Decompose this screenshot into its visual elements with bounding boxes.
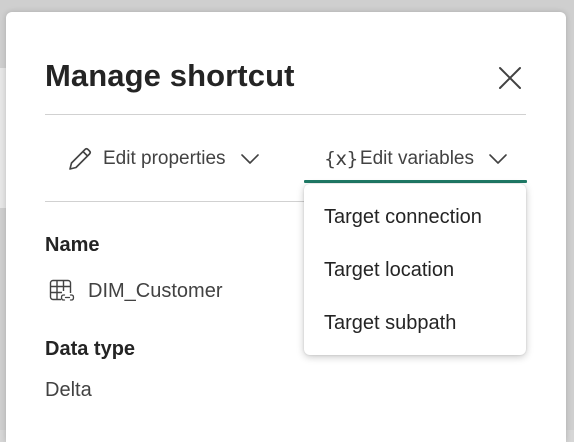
edit-properties-button[interactable]: Edit properties	[66, 142, 260, 176]
pencil-icon	[69, 147, 92, 170]
active-tab-indicator	[304, 180, 527, 183]
menu-item-target-subpath[interactable]: Target subpath	[304, 297, 526, 350]
data-type-value: Delta	[45, 379, 92, 401]
table-shortcut-icon	[49, 279, 75, 302]
menu-item-target-connection[interactable]: Target connection	[304, 191, 526, 244]
chevron-down-icon	[240, 153, 260, 165]
menu-item-target-location[interactable]: Target location	[304, 244, 526, 297]
close-icon	[499, 67, 521, 89]
chevron-down-icon	[488, 153, 508, 165]
edit-properties-label: Edit properties	[103, 148, 226, 169]
name-label: Name	[45, 234, 100, 256]
name-value: DIM_Customer	[88, 279, 223, 302]
close-button[interactable]	[496, 64, 524, 92]
variables-dropdown-menu: Target connection Target location Target…	[304, 184, 526, 355]
title-divider	[45, 114, 526, 115]
variable-icon: {x}	[324, 148, 358, 170]
dialog-title: Manage shortcut	[45, 58, 295, 93]
edit-variables-button[interactable]: {x} Edit variables	[324, 142, 508, 176]
name-row: DIM_Customer	[48, 277, 222, 305]
edit-variables-label: Edit variables	[359, 148, 474, 169]
toolbar-divider	[45, 201, 305, 202]
data-type-label: Data type	[45, 338, 136, 360]
